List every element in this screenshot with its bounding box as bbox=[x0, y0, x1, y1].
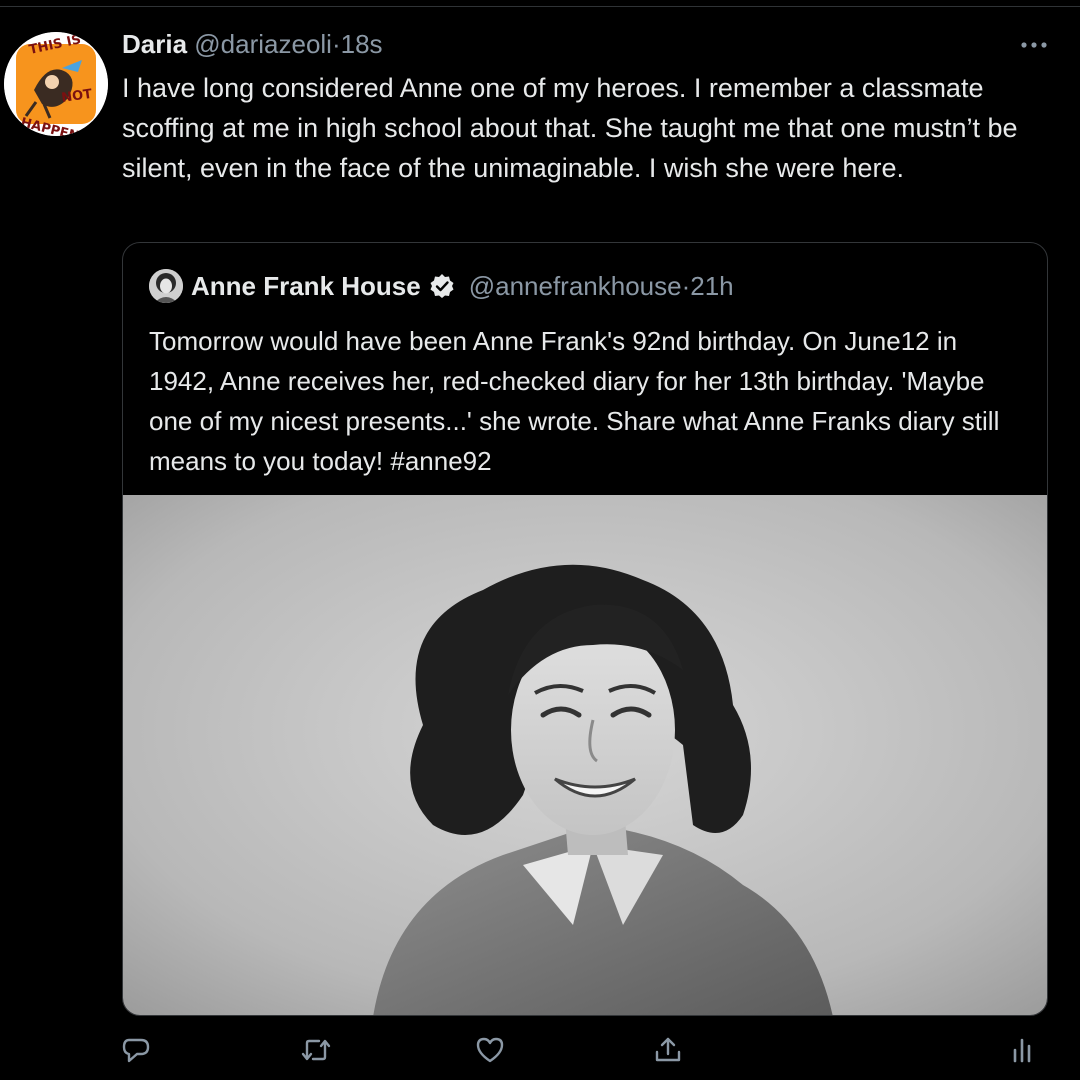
quoted-tweet-body: Tomorrow would have been Anne Frank's 92… bbox=[149, 326, 1000, 476]
author-name[interactable]: Daria bbox=[122, 29, 187, 59]
quoted-tweet-timestamp: 21h bbox=[690, 270, 734, 301]
quoted-tweet-header: Anne Frank House @annefrankhouse · 21h bbox=[149, 268, 734, 304]
analytics-icon bbox=[1006, 1034, 1038, 1066]
analytics-button[interactable] bbox=[1002, 1030, 1042, 1070]
hashtag-link[interactable]: #anne92 bbox=[390, 446, 491, 476]
retweet-button[interactable] bbox=[296, 1030, 336, 1070]
tweet-detail-page: THIS IS NOT HAPPENING Daria @dariazeoli·… bbox=[0, 0, 1080, 1080]
retweet-icon bbox=[299, 1034, 333, 1066]
quoted-author-avatar bbox=[149, 269, 183, 303]
header-separator: · bbox=[331, 29, 341, 59]
tweet-text: I have long considered Anne one of my he… bbox=[122, 73, 1018, 183]
quoted-author-handle: @annefrankhouse bbox=[468, 270, 682, 301]
heart-icon bbox=[474, 1034, 506, 1066]
comment-icon bbox=[120, 1034, 152, 1066]
quoted-tweet-photo[interactable] bbox=[123, 495, 1047, 1015]
reply-button[interactable] bbox=[116, 1030, 156, 1070]
top-divider bbox=[0, 6, 1080, 7]
quoted-tweet-text: Tomorrow would have been Anne Frank's 92… bbox=[149, 321, 1029, 481]
quoted-author-name: Anne Frank House bbox=[191, 270, 421, 301]
share-icon bbox=[652, 1034, 684, 1066]
verified-badge-icon bbox=[429, 273, 455, 299]
quoted-tweet-card[interactable]: Anne Frank House @annefrankhouse · 21h Tom… bbox=[122, 242, 1048, 1016]
share-button[interactable] bbox=[648, 1030, 688, 1070]
tweet-timestamp[interactable]: 18s bbox=[341, 29, 383, 59]
tweet-actions-bar bbox=[122, 1030, 1052, 1070]
more-horizontal-icon[interactable] bbox=[1014, 30, 1054, 60]
quoted-header-separator: · bbox=[681, 270, 691, 301]
author-avatar[interactable]: THIS IS NOT HAPPENING bbox=[4, 32, 108, 136]
tweet-header: Daria @dariazeoli·18s bbox=[122, 26, 383, 62]
like-button[interactable] bbox=[470, 1030, 510, 1070]
author-handle[interactable]: @dariazeoli bbox=[194, 29, 332, 59]
